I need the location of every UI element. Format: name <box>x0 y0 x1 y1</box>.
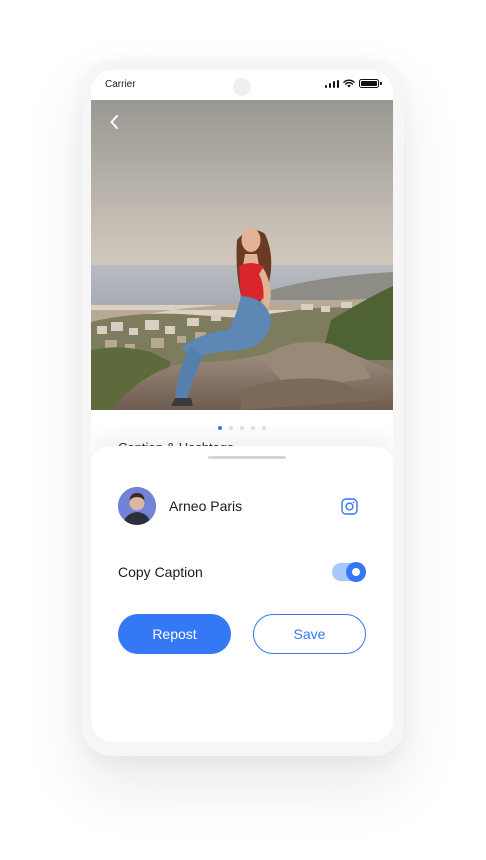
photo-pager[interactable] <box>91 426 393 430</box>
pager-dot-active[interactable] <box>218 426 222 430</box>
status-bar: Carrier <box>91 70 393 100</box>
pager-dot[interactable] <box>251 426 255 430</box>
username: Arneo Paris <box>169 498 243 514</box>
battery-icon <box>359 79 382 88</box>
copy-caption-toggle[interactable] <box>332 562 366 582</box>
wifi-icon <box>343 79 355 88</box>
repost-bottom-sheet: Arneo Paris Copy Caption Repost Save <box>91 446 393 742</box>
post-photo[interactable] <box>91 100 393 410</box>
pager-dot[interactable] <box>229 426 233 430</box>
back-chevron-icon[interactable] <box>105 112 125 132</box>
sheet-grabber[interactable] <box>208 456 286 459</box>
camera-notch <box>233 78 251 96</box>
avatar <box>118 487 156 525</box>
instagram-icon[interactable] <box>341 498 358 515</box>
photo-image <box>91 100 393 410</box>
copy-caption-label: Copy Caption <box>118 564 203 580</box>
save-button[interactable]: Save <box>253 614 366 654</box>
carrier-label: Carrier <box>105 79 136 90</box>
status-icons <box>324 79 382 88</box>
phone-screen: Carrier Arneo Paris Copy Caption Repost … <box>91 70 393 742</box>
toggle-knob <box>346 562 366 582</box>
pager-dot[interactable] <box>240 426 244 430</box>
signal-icon <box>324 79 339 88</box>
repost-button[interactable]: Repost <box>118 614 231 654</box>
pager-dot[interactable] <box>262 426 266 430</box>
